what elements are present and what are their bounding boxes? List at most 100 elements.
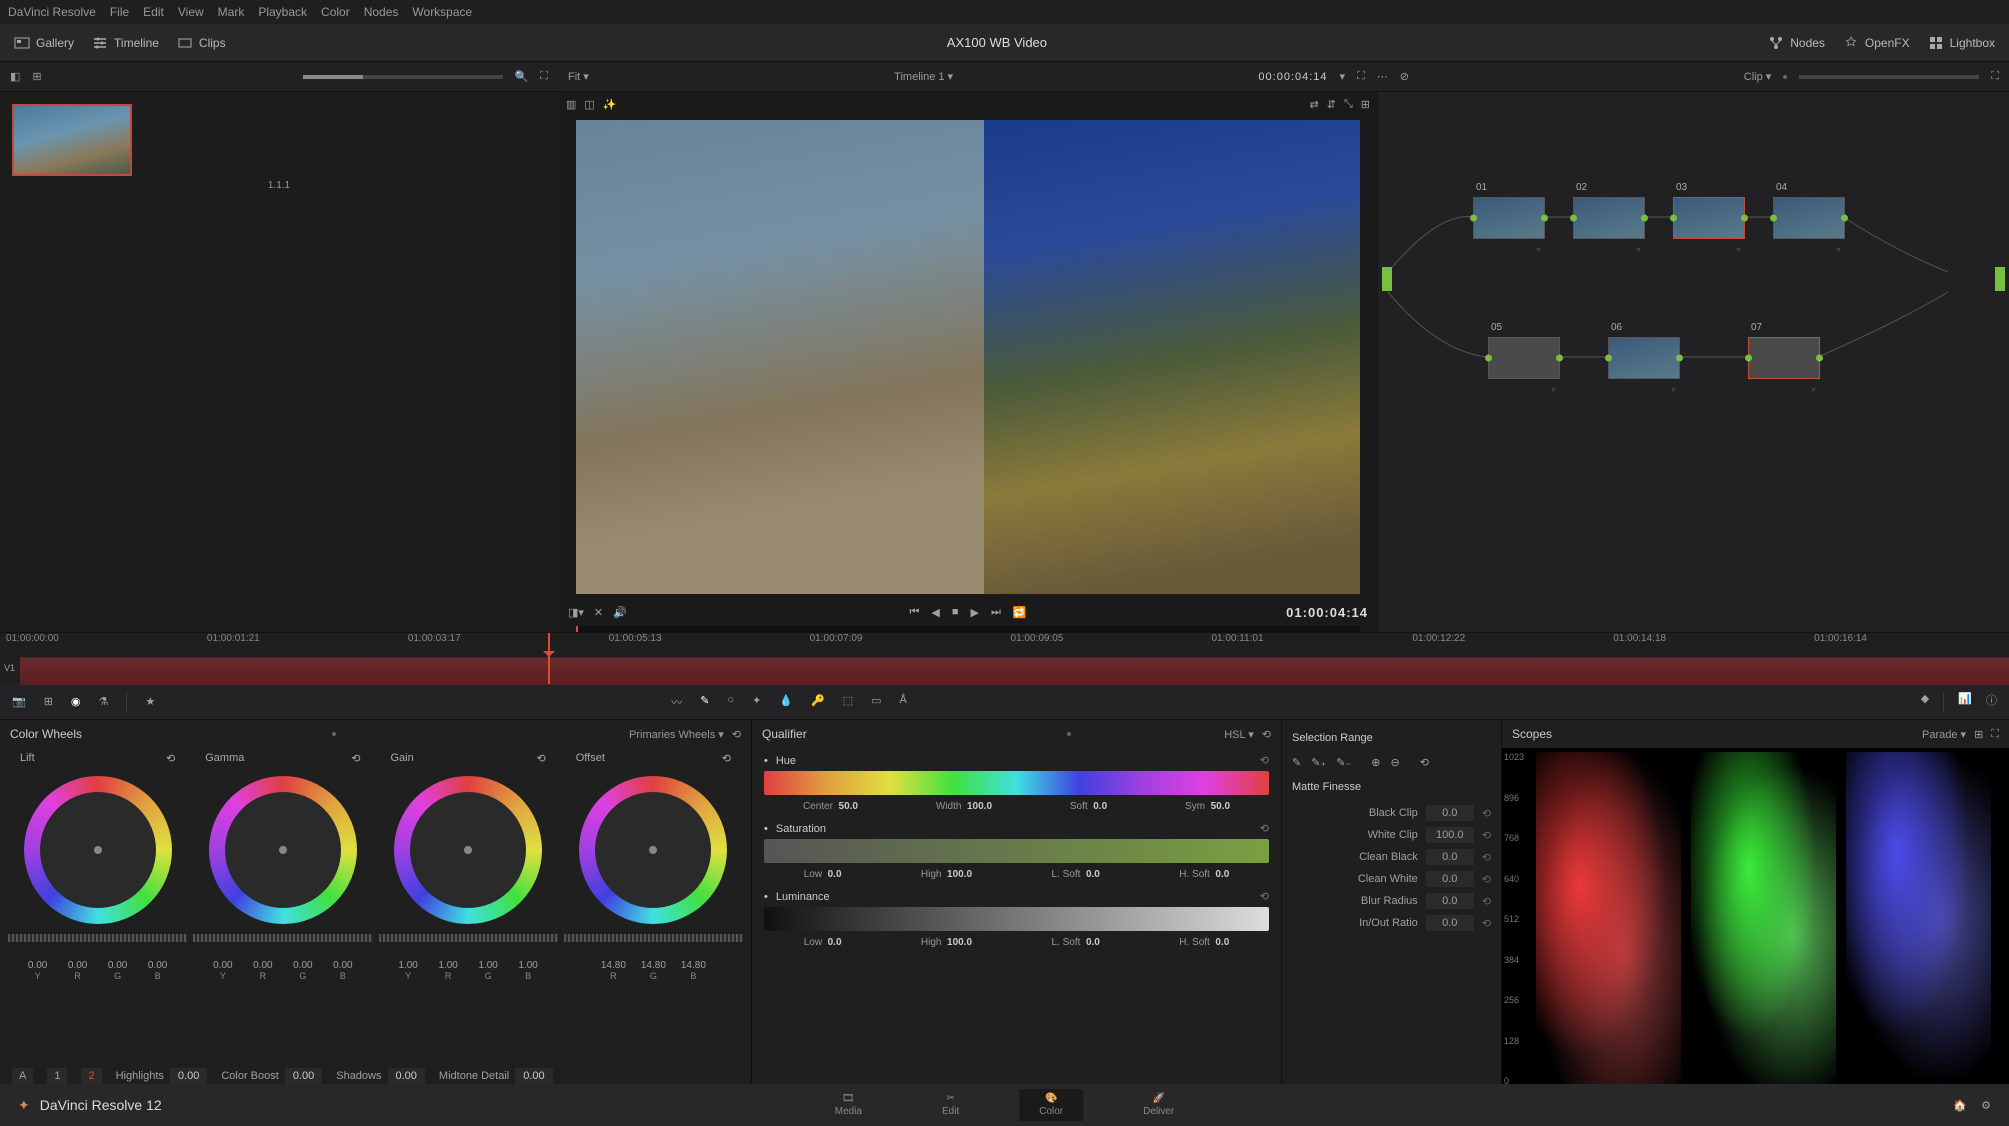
- tracker-icon[interactable]: ✦: [752, 694, 761, 710]
- play-icon[interactable]: ▶: [970, 606, 978, 619]
- clips-toggle[interactable]: Clips: [177, 35, 226, 51]
- node-05[interactable]: 05▫: [1488, 337, 1560, 379]
- colorboost-value[interactable]: 0.00: [285, 1068, 322, 1084]
- lum-param[interactable]: H. Soft 0.0: [1179, 937, 1229, 948]
- scopes-icon[interactable]: 📊: [1958, 692, 1972, 712]
- menu-nodes[interactable]: Nodes: [364, 5, 399, 19]
- blur-icon[interactable]: 💧: [779, 694, 793, 710]
- node-06[interactable]: 06▫: [1608, 337, 1680, 379]
- wheel-reset-icon[interactable]: ⟲: [537, 752, 546, 772]
- color-wheel-offset[interactable]: [579, 776, 727, 924]
- picker-add-icon[interactable]: ✎₊: [1311, 756, 1326, 769]
- still-next-icon[interactable]: ⊞: [32, 70, 41, 83]
- hue-param[interactable]: Center 50.0: [803, 801, 858, 812]
- prev-frame-icon[interactable]: ◀: [931, 606, 939, 619]
- qualifier-icon[interactable]: ✎: [700, 694, 709, 710]
- data-burn-icon[interactable]: Å: [900, 694, 907, 710]
- node-04[interactable]: 04▫: [1773, 197, 1845, 239]
- expand-icon[interactable]: ⛶: [540, 70, 548, 83]
- sat-param[interactable]: Low 0.0: [804, 869, 842, 880]
- wheel-val[interactable]: 1.00: [470, 960, 506, 971]
- highlights-value[interactable]: 0.00: [170, 1068, 207, 1084]
- wheel-reset-icon[interactable]: ⟲: [722, 752, 731, 772]
- wheel-val[interactable]: 1.00: [510, 960, 546, 971]
- gallery-toggle[interactable]: Gallery: [14, 35, 74, 51]
- hue-reset-icon[interactable]: ⟲: [1260, 754, 1269, 767]
- still-prev-icon[interactable]: ◧: [10, 70, 20, 83]
- matte-value[interactable]: 0.0: [1426, 805, 1474, 821]
- matte-reset-icon[interactable]: ⟲: [1482, 895, 1491, 908]
- settings-icon[interactable]: ⚙: [1981, 1099, 1991, 1112]
- picker-sub-icon[interactable]: ✎₋: [1336, 756, 1351, 769]
- wheel-val[interactable]: 14.80: [675, 960, 711, 971]
- reset-icon[interactable]: ⟲: [732, 728, 741, 741]
- feather-sub-icon[interactable]: ⊖: [1391, 756, 1400, 769]
- wheel-val[interactable]: 14.80: [635, 960, 671, 971]
- fit-dropdown[interactable]: Fit ▾: [568, 70, 589, 83]
- timeline-dropdown[interactable]: Timeline 1 ▾: [894, 70, 953, 83]
- node-03[interactable]: 03▫: [1673, 197, 1745, 239]
- matte-reset-icon[interactable]: ⟲: [1482, 807, 1491, 820]
- invert-icon[interactable]: ⟲: [1420, 756, 1429, 769]
- loop-icon[interactable]: ◨▾: [568, 606, 584, 619]
- wheel-val[interactable]: 0.00: [60, 960, 96, 971]
- rgb-mixer-icon[interactable]: ⚗: [99, 695, 109, 708]
- lum-param[interactable]: Low 0.0: [804, 937, 842, 948]
- matte-value[interactable]: 0.0: [1426, 871, 1474, 887]
- node-graph[interactable]: 01▫ 02▫ 03▫ 04▫ 05▫ 06▫ 07▫: [1378, 92, 2009, 632]
- menu-view[interactable]: View: [178, 5, 204, 19]
- wheel-reset-icon[interactable]: ⟲: [351, 752, 360, 772]
- page-2[interactable]: 2: [81, 1068, 101, 1084]
- nodes-expand-icon[interactable]: ⛶: [1991, 70, 1999, 83]
- wheel-val[interactable]: 0.00: [205, 960, 241, 971]
- midtone-value[interactable]: 0.00: [515, 1068, 552, 1084]
- page-deliver[interactable]: 🚀Deliver: [1123, 1089, 1194, 1121]
- stop-icon[interactable]: ■: [952, 606, 959, 619]
- matte-reset-icon[interactable]: ⟲: [1482, 917, 1491, 930]
- loop-playback-icon[interactable]: 🔁: [1013, 606, 1027, 619]
- qualifier-mode-dropdown[interactable]: HSL ▾: [1224, 728, 1254, 741]
- wipe-vert-icon[interactable]: ⇵: [1327, 98, 1336, 111]
- lum-bar[interactable]: [764, 907, 1269, 931]
- picker-icon[interactable]: ✎: [1292, 756, 1301, 769]
- hue-param[interactable]: Soft 0.0: [1070, 801, 1107, 812]
- timeline-toggle[interactable]: Timeline: [92, 35, 159, 51]
- menu-color[interactable]: Color: [321, 5, 350, 19]
- sat-bar[interactable]: [764, 839, 1269, 863]
- key-icon[interactable]: 🔑: [811, 694, 825, 710]
- hue-param[interactable]: Width 100.0: [936, 801, 992, 812]
- matte-value[interactable]: 100.0: [1426, 827, 1474, 843]
- audio-icon[interactable]: 🔊: [613, 606, 627, 619]
- scopes-expand-icon[interactable]: ⛶: [1991, 728, 1999, 741]
- page-1[interactable]: 1: [47, 1068, 67, 1084]
- wheel-val[interactable]: 0.00: [140, 960, 176, 971]
- matte-reset-icon[interactable]: ⟲: [1482, 829, 1491, 842]
- split-icon[interactable]: ◫: [584, 98, 594, 111]
- viewer-image[interactable]: [576, 120, 1360, 594]
- last-frame-icon[interactable]: ⏭: [991, 606, 1001, 619]
- nodes-toggle[interactable]: Nodes: [1768, 35, 1825, 51]
- color-wheel-gain[interactable]: [394, 776, 542, 924]
- page-edit[interactable]: ✂Edit: [922, 1089, 979, 1121]
- wheel-val[interactable]: 0.00: [285, 960, 321, 971]
- feather-add-icon[interactable]: ⊕: [1371, 756, 1380, 769]
- wheel-val[interactable]: 14.80: [595, 960, 631, 971]
- wheel-val[interactable]: 0.00: [245, 960, 281, 971]
- color-wheel-gamma[interactable]: [209, 776, 357, 924]
- menu-workspace[interactable]: Workspace: [412, 5, 472, 19]
- node-07[interactable]: 07▫: [1748, 337, 1820, 379]
- color-wheel-lift[interactable]: [24, 776, 172, 924]
- first-frame-icon[interactable]: ⏮: [909, 606, 919, 619]
- primaries-mode-dropdown[interactable]: Primaries Wheels ▾: [629, 728, 724, 741]
- matte-reset-icon[interactable]: ⟲: [1482, 873, 1491, 886]
- sat-param[interactable]: L. Soft 0.0: [1051, 869, 1099, 880]
- sat-param[interactable]: High 100.0: [921, 869, 972, 880]
- page-a[interactable]: A: [12, 1068, 33, 1084]
- wheel-jog[interactable]: [564, 934, 743, 942]
- wheel-reset-icon[interactable]: ⟲: [166, 752, 175, 772]
- keyframe-icon[interactable]: ◆: [1921, 692, 1929, 712]
- menu-mark[interactable]: Mark: [218, 5, 245, 19]
- wheel-val[interactable]: 0.00: [100, 960, 136, 971]
- home-icon[interactable]: 🏠: [1953, 1099, 1967, 1112]
- hue-param[interactable]: Sym 50.0: [1185, 801, 1230, 812]
